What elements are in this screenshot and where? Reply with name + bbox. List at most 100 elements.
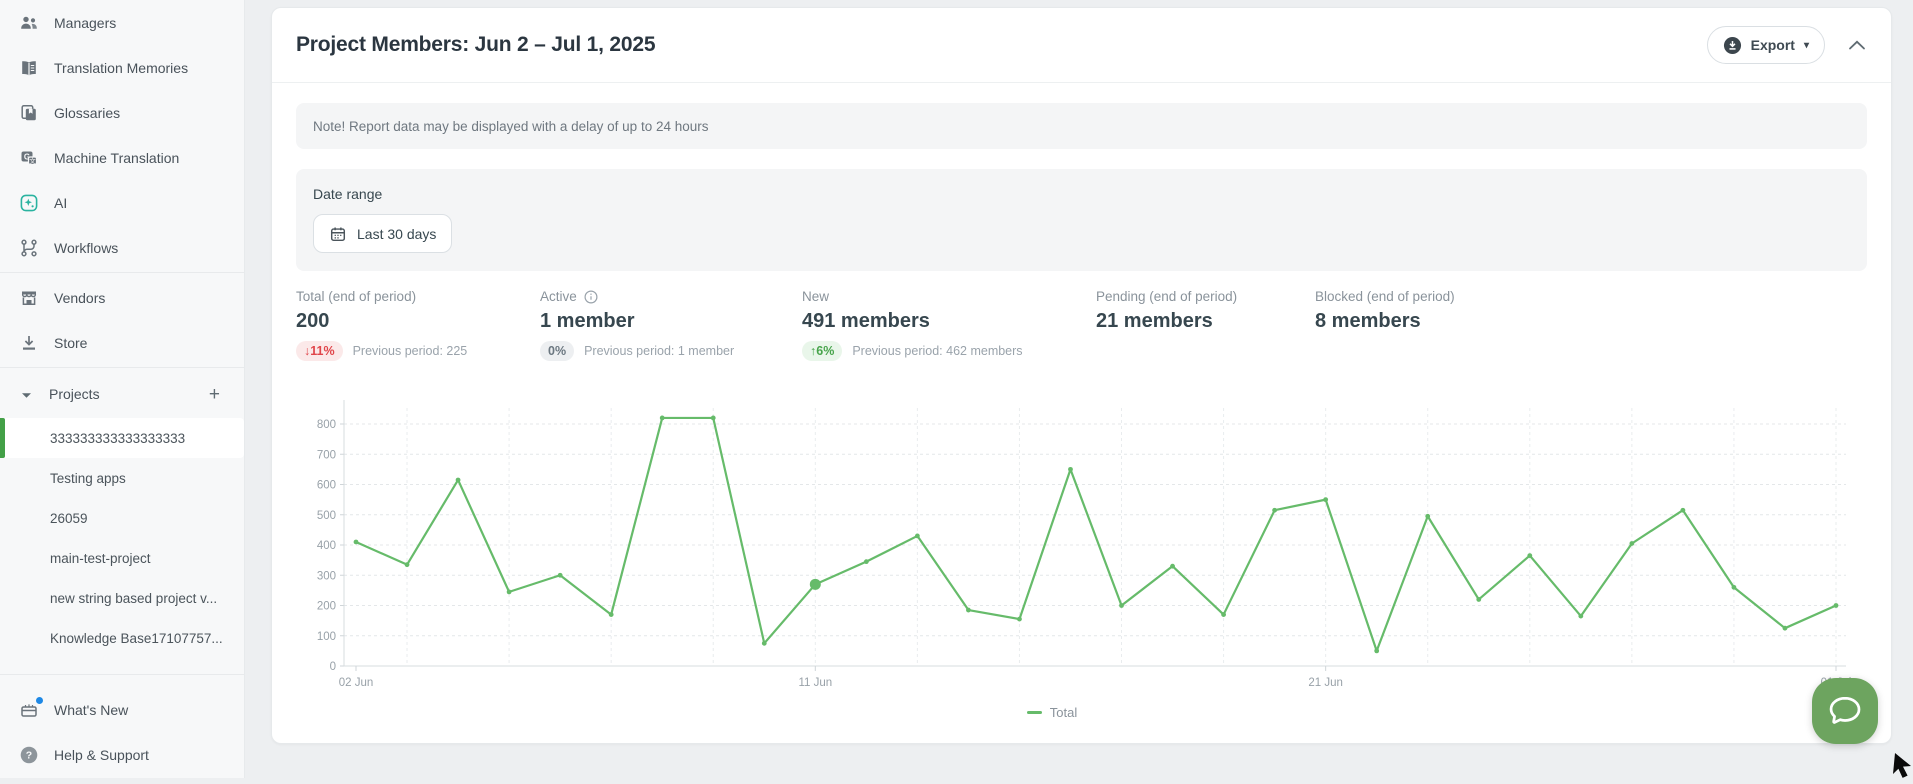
projects-header-label: Projects [49,386,100,402]
sidebar-item-machine-translation[interactable]: G文 Machine Translation [0,135,244,180]
whats-new-icon [18,700,40,720]
stat-label: Blocked (end of period) [1315,289,1455,304]
svg-text:500: 500 [317,510,336,522]
stat-label: Total (end of period) [296,289,540,304]
trend-badge: 0% [540,341,574,361]
sidebar-item-managers[interactable]: Managers [0,0,244,45]
sidebar-divider [0,367,244,368]
glossaries-icon [18,103,40,123]
page-title: Project Members: Jun 2 – Jul 1, 2025 [296,33,1707,57]
sidebar-item-label: Vendors [54,290,105,306]
svg-text:文: 文 [29,155,36,164]
project-item[interactable]: Testing apps [0,458,244,498]
export-button[interactable]: Export ▾ [1707,26,1825,64]
date-range-label: Date range [313,186,1850,202]
machine-translation-icon: G文 [18,148,40,168]
project-item-label: 333333333333333333 [50,431,185,446]
project-item[interactable]: 26059 [0,498,244,538]
sidebar-item-label: Machine Translation [54,150,179,166]
stat-new: New 491 members ↑6% Previous period: 462… [802,289,1096,361]
sidebar-item-label: AI [54,195,67,211]
chat-launcher-button[interactable] [1812,678,1878,744]
card-header: Project Members: Jun 2 – Jul 1, 2025 Exp… [272,8,1891,83]
stat-label: Pending (end of period) [1096,289,1315,304]
sidebar-item-label: Translation Memories [54,60,188,76]
stat-label: Active [540,289,577,304]
sidebar: Managers Translation Memories Glossaries… [0,0,245,778]
sidebar-item-label: Help & Support [54,747,149,763]
date-range-button[interactable]: Last 30 days [313,214,452,253]
notification-dot [36,697,43,704]
sidebar-item-label: Managers [54,15,116,31]
project-item-label: 26059 [50,511,88,526]
project-item[interactable]: Knowledge Base17107757... [0,618,244,658]
project-item-label: Testing apps [50,471,126,486]
stat-value: 21 members [1096,310,1315,333]
collapse-panel-button[interactable] [1847,39,1867,51]
previous-period-text: Previous period: 1 member [584,344,734,358]
stat-value: 491 members [802,310,1096,333]
project-item-label: new string based project v... [50,591,217,606]
svg-text:02 Jun: 02 Jun [339,677,374,689]
info-icon[interactable] [584,290,598,304]
sidebar-item-label: What's New [54,702,128,718]
help-icon: ? [18,745,40,765]
svg-text:0: 0 [330,661,336,673]
members-line-chart[interactable]: 010020030040050060070080002 Jun11 Jun21 … [298,396,1858,698]
stat-label: New [802,289,1096,304]
sidebar-item-glossaries[interactable]: Glossaries [0,90,244,135]
sidebar-item-vendors[interactable]: Vendors [0,275,244,320]
vendors-icon [18,288,40,308]
workflows-icon [18,238,40,258]
report-card: Project Members: Jun 2 – Jul 1, 2025 Exp… [271,7,1892,744]
store-download-icon [18,333,40,353]
stat-active: Active 1 member 0% Previous period: 1 me… [540,289,802,361]
date-range-panel: Date range Last 30 days [296,169,1867,271]
sidebar-divider [0,272,244,273]
sidebar-item-label: Store [54,335,87,351]
projects-section-header[interactable]: Projects + [0,370,244,418]
note-bar: Note! Report data may be displayed with … [296,103,1867,149]
svg-text:400: 400 [317,540,336,552]
chat-bubble-icon [1825,692,1865,730]
stat-pending: Pending (end of period) 21 members [1096,289,1315,361]
svg-text:100: 100 [317,631,336,643]
stat-total: Total (end of period) 200 ↓11% Previous … [296,289,540,361]
project-item[interactable]: 333333333333333333 [0,418,244,458]
trend-badge: ↑6% [802,341,842,361]
project-item[interactable]: main-test-project [0,538,244,578]
svg-text:300: 300 [317,570,336,582]
mouse-cursor [1891,751,1913,784]
sidebar-item-store[interactable]: Store [0,320,244,365]
project-item[interactable]: new string based project v... [0,578,244,618]
export-download-icon [1723,36,1742,55]
sidebar-item-workflows[interactable]: Workflows [0,225,244,270]
stat-value: 200 [296,310,540,333]
stats-row: Total (end of period) 200 ↓11% Previous … [296,289,1867,361]
sidebar-item-label: Workflows [54,240,118,256]
sidebar-divider [0,674,244,675]
svg-text:11 Jun: 11 Jun [798,677,832,689]
project-item-label: main-test-project [50,551,151,566]
svg-text:700: 700 [317,449,336,461]
stat-value: 8 members [1315,310,1455,333]
sidebar-item-translation-memories[interactable]: Translation Memories [0,45,244,90]
note-text: Note! Report data may be displayed with … [313,119,709,134]
stat-blocked: Blocked (end of period) 8 members [1315,289,1455,361]
svg-text:?: ? [26,749,32,761]
sidebar-item-label: Glossaries [54,105,120,121]
sidebar-item-whats-new[interactable]: What's New [0,687,244,732]
add-project-button[interactable]: + [205,383,224,406]
sidebar-item-help-support[interactable]: ? Help & Support [0,732,244,777]
sidebar-item-ai[interactable]: AI [0,180,244,225]
members-chart-svg: 010020030040050060070080002 Jun11 Jun21 … [298,396,1858,698]
chart-legend: Total [272,705,1832,720]
caret-down-icon [21,386,32,402]
previous-period-text: Previous period: 225 [353,344,468,358]
legend-marker-total [1027,711,1042,714]
calendar-icon [329,225,347,243]
export-button-label: Export [1751,37,1795,53]
trend-badge: ↓11% [296,341,343,361]
managers-icon [18,13,40,33]
svg-text:21 Jun: 21 Jun [1308,677,1343,689]
